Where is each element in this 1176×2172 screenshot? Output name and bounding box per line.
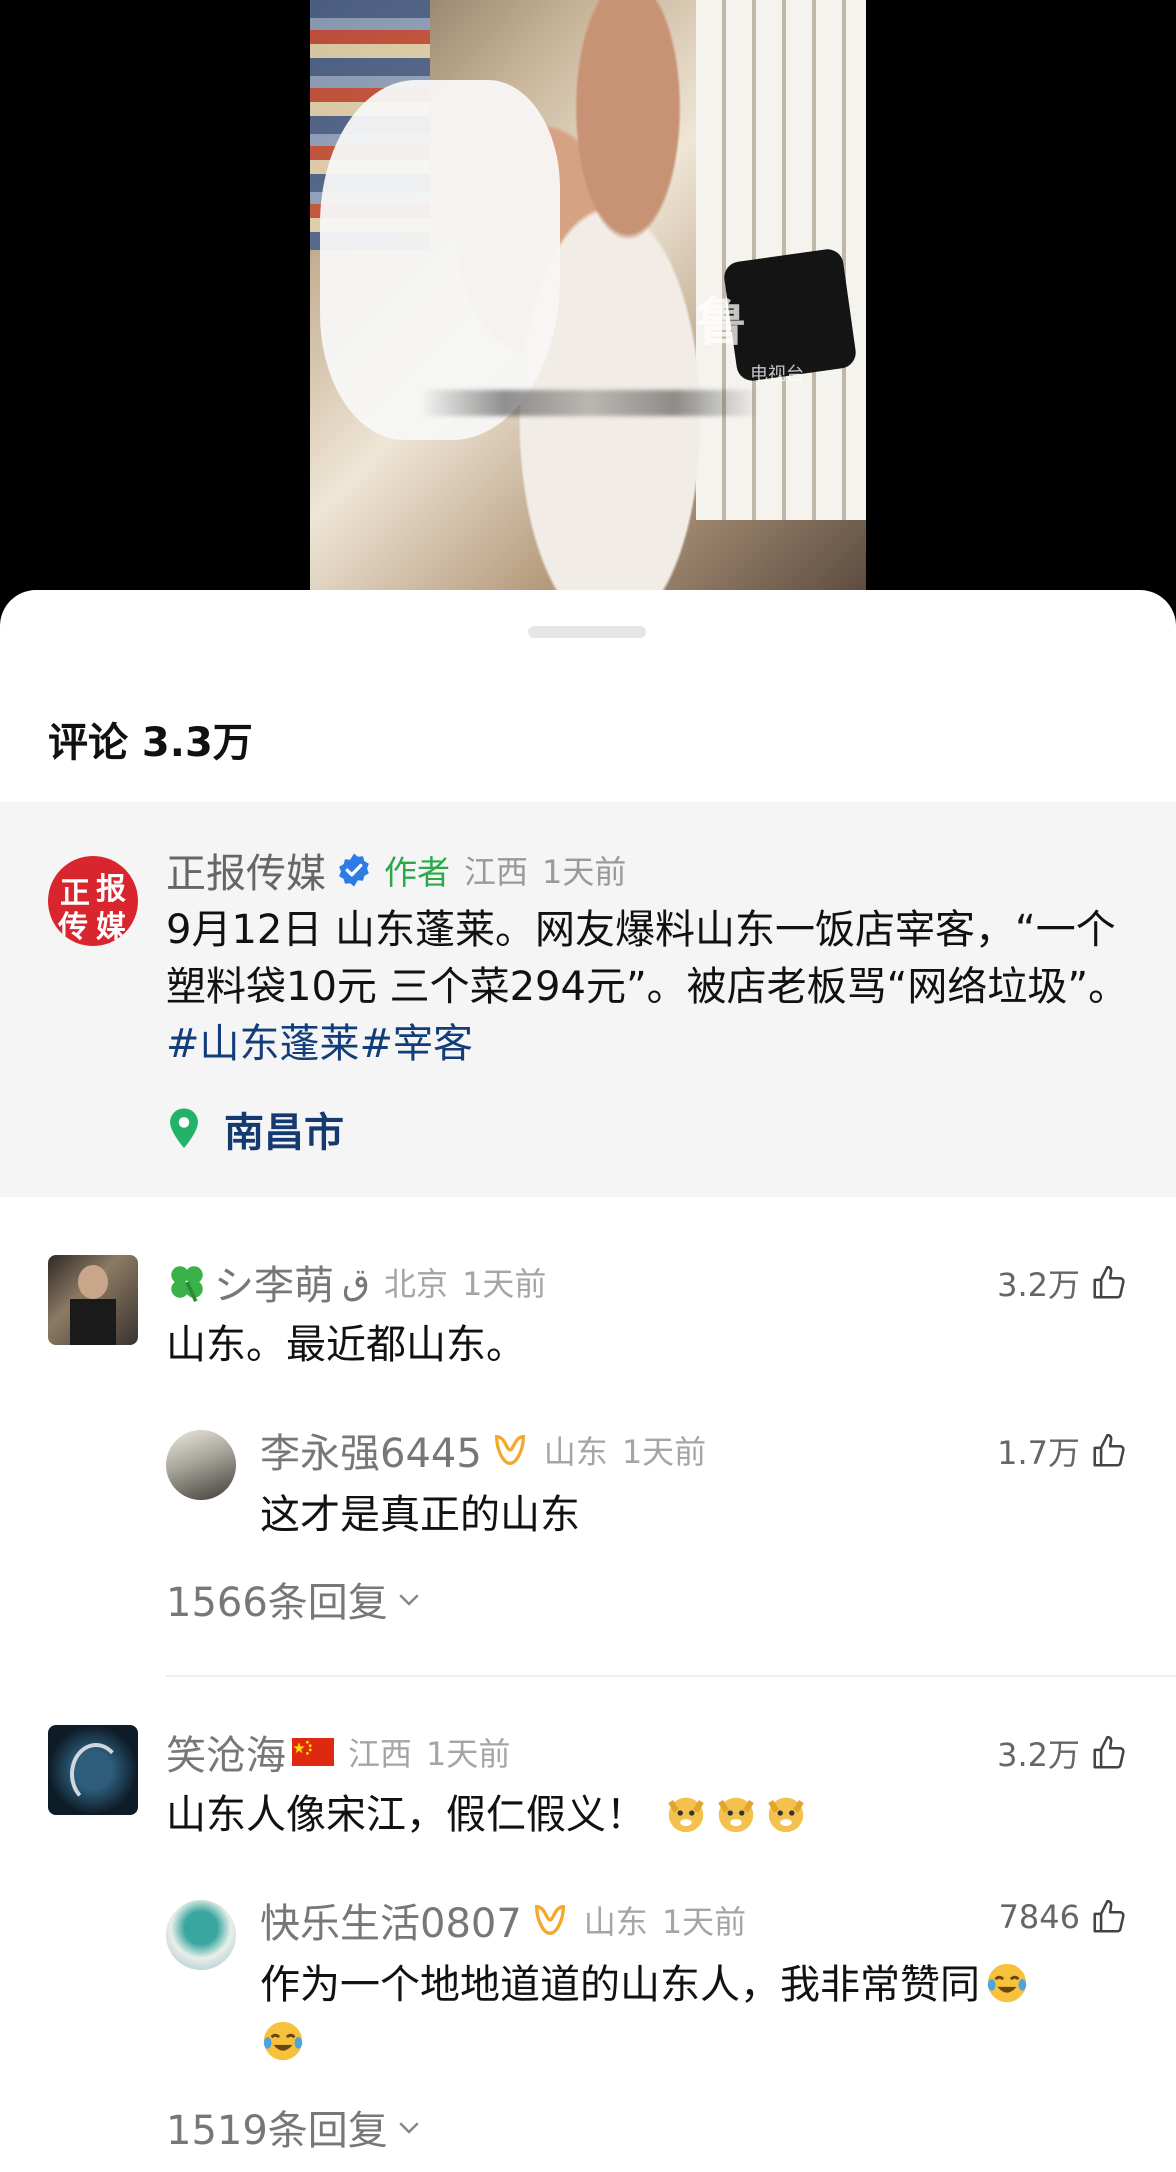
reply-like-button[interactable]: 7846 xyxy=(999,1898,1128,1936)
post-text: 9月12日 山东蓬莱。网友爆料山东一饭店宰客，“一个塑料袋10元 三个菜294元… xyxy=(166,902,1136,1073)
chevron-down-icon xyxy=(399,1594,419,1606)
thumbs-up-icon xyxy=(1093,1433,1125,1467)
badge-icon xyxy=(494,1434,525,1466)
reply-region: 山东 xyxy=(543,1433,608,1471)
comment-username[interactable]: 笑沧海 xyxy=(166,1723,286,1781)
drag-handle[interactable] xyxy=(528,626,646,638)
author-post: 正 报 传 媒 正报传媒 作者 江西 1天前 9月12日 山东蓬莱。网友爆料山东… xyxy=(0,802,1176,1197)
crying-laughing-emoji-icon xyxy=(263,2021,303,2061)
reply-username[interactable]: 李永强6445 xyxy=(260,1421,482,1479)
chevron-down-icon xyxy=(399,2122,419,2134)
replies-count: 1566条回复 xyxy=(166,1580,388,1626)
reply-avatar[interactable] xyxy=(166,1900,236,1970)
reply-region: 山东 xyxy=(583,1903,648,1941)
post-location[interactable]: 南昌市 xyxy=(166,1100,344,1158)
blurred-caption xyxy=(420,390,760,416)
tv-watermark: 鲁 xyxy=(695,293,748,353)
like-count: 3.2万 xyxy=(997,1266,1080,1304)
author-name-row: 正报传媒 作者 江西 1天前 xyxy=(166,842,626,898)
comment-divider xyxy=(166,1675,1176,1677)
video-frame[interactable]: 鲁 电视台 xyxy=(310,0,866,600)
clover-icon xyxy=(171,1266,203,1302)
location-pin-icon xyxy=(170,1108,198,1149)
logo-char-3: 传 xyxy=(58,910,88,945)
thumbs-up-icon xyxy=(1093,1265,1125,1299)
comment-time: 1天前 xyxy=(426,1735,511,1773)
like-button[interactable]: 3.2万 xyxy=(997,1730,1128,1776)
avatar-swirl xyxy=(70,1743,122,1805)
reply-name-row: 快乐生活0807 山东 1天前 xyxy=(260,1892,746,1948)
reply-time: 1天前 xyxy=(621,1433,707,1471)
badge-icon xyxy=(534,1904,565,1936)
like-button[interactable]: 3.2万 xyxy=(997,1260,1128,1306)
comment-region: 北京 xyxy=(383,1265,448,1303)
thumbs-up-icon xyxy=(1093,1899,1125,1933)
reply-avatar[interactable] xyxy=(166,1430,236,1500)
reply-time: 1天前 xyxy=(661,1903,747,1941)
reply-text-row: 作为一个地地道道的山东人，我非常赞同 xyxy=(260,1956,1120,2072)
dog-face-emoji-icon xyxy=(717,1797,754,1833)
commenter-avatar[interactable] xyxy=(48,1725,138,1815)
dog-face-emoji-icon xyxy=(667,1797,704,1833)
tv-watermark-text: 电视台 xyxy=(750,364,804,385)
reply-text: 这才是真正的山东 xyxy=(260,1492,580,1538)
comment-username[interactable]: シ李萌 xyxy=(214,1253,334,1311)
reply-username[interactable]: 快乐生活0807 xyxy=(260,1891,522,1949)
author-username[interactable]: 正报传媒 xyxy=(166,841,326,899)
avatar-face xyxy=(78,1265,108,1299)
commenter-avatar[interactable] xyxy=(48,1255,138,1345)
post-body: 9月12日 山东蓬莱。网友爆料山东一饭店宰客，“一个塑料袋10元 三个菜294元… xyxy=(166,907,1129,1010)
comment-text: 山东。最近都山东。 xyxy=(166,1322,526,1368)
comment-region: 江西 xyxy=(348,1735,413,1773)
comment-time: 1天前 xyxy=(461,1265,547,1303)
comment-name-row: シ李萌 ق 北京 1天前 xyxy=(166,1254,546,1310)
reply-like-count: 1.7万 xyxy=(997,1434,1080,1472)
replies-count: 1519条回复 xyxy=(166,2108,388,2154)
location-text: 南昌市 xyxy=(224,1110,344,1156)
post-hashtags[interactable]: #山东蓬莱#宰客 xyxy=(166,1021,473,1067)
view-replies-button[interactable]: 1566条回复 xyxy=(166,1570,424,1628)
china-flag-icon xyxy=(292,1738,334,1766)
comments-count-title: 评论 3.3万 xyxy=(48,720,253,766)
post-time: 1天前 xyxy=(542,853,627,891)
comment-text: 山东人像宋江，假仁假义！ xyxy=(166,1792,646,1838)
author-avatar[interactable]: 正 报 传 媒 xyxy=(48,856,138,946)
logo-char-4: 媒 xyxy=(96,910,126,945)
verified-badge-icon xyxy=(339,853,369,887)
avatar-body xyxy=(70,1299,116,1345)
dog-face-emoji-icon xyxy=(767,1797,804,1833)
reply-name-row: 李永强6445 山东 1天前 xyxy=(260,1422,706,1478)
comments-sheet: 评论 3.3万 正 报 传 媒 正报传媒 作者 江西 1天前 9月12日 山东蓬… xyxy=(0,590,1176,2172)
crying-laughing-emoji-icon xyxy=(987,1963,1027,2003)
username-suffix: ق xyxy=(342,1261,370,1303)
view-replies-button[interactable]: 1519条回复 xyxy=(166,2098,424,2156)
thumbs-up-icon xyxy=(1093,1735,1125,1769)
reply-text: 作为一个地地道道的山东人，我非常赞同 xyxy=(260,1962,980,2008)
comment-name-row: 笑沧海 江西 1天前 xyxy=(166,1724,510,1780)
tissue-paper xyxy=(320,80,560,440)
video-player[interactable]: 鲁 电视台 xyxy=(0,0,1176,640)
comment-text-row: 山东人像宋江，假仁假义！ xyxy=(166,1786,809,1844)
post-region: 江西 xyxy=(464,853,529,891)
author-tag: 作者 xyxy=(384,853,450,892)
reply-like-count: 7846 xyxy=(998,1898,1080,1936)
reply-like-button[interactable]: 1.7万 xyxy=(997,1428,1128,1474)
like-count: 3.2万 xyxy=(997,1736,1080,1774)
